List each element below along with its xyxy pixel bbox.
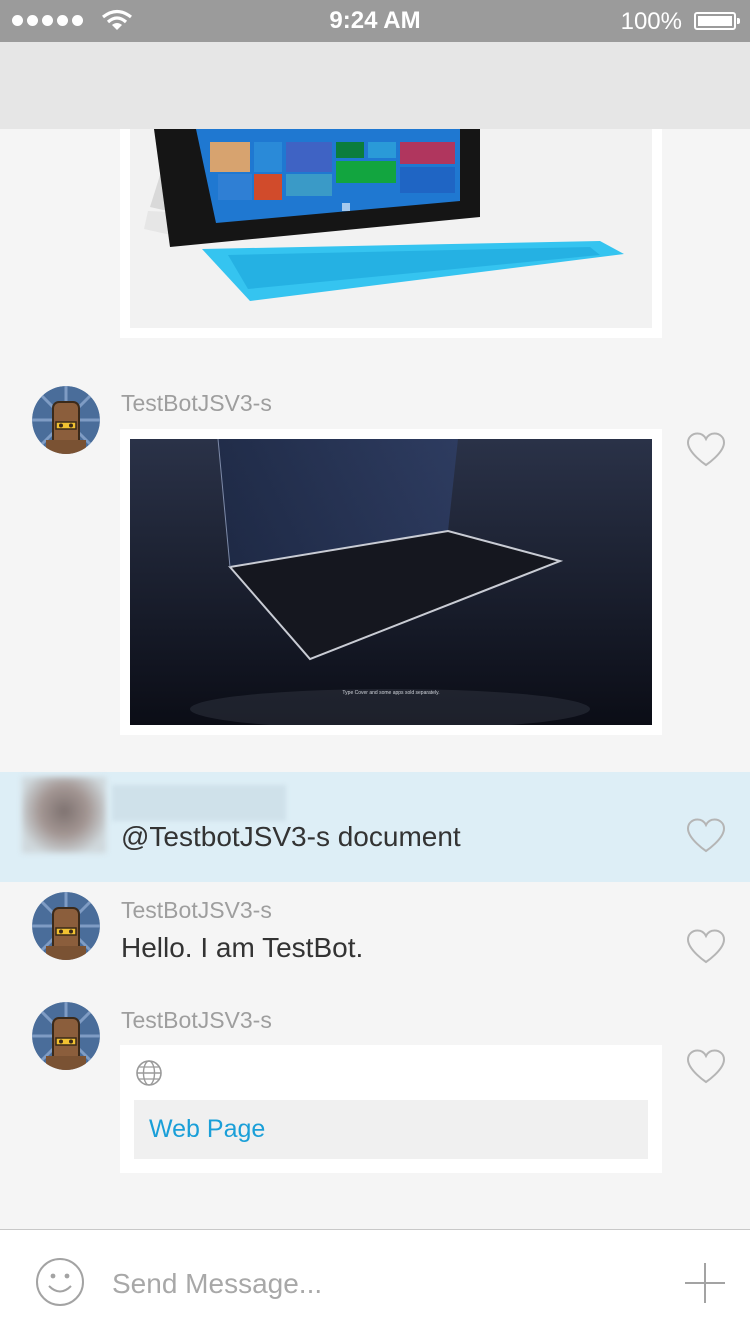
link-title[interactable]: Web Page (149, 1115, 265, 1144)
navigation-bar (0, 42, 750, 129)
video-caption: Type Cover and some apps sold separately… (342, 690, 440, 696)
message-input[interactable] (112, 1264, 652, 1304)
user-name-redacted (112, 785, 286, 821)
heart-icon[interactable] (686, 929, 726, 965)
emoji-icon[interactable] (35, 1257, 85, 1307)
highlighted-message[interactable]: @TestbotJSV3-s document (0, 772, 750, 882)
testbot-avatar[interactable] (32, 1002, 100, 1070)
robot-avatar-icon (32, 386, 100, 454)
video-thumbnail (130, 438, 652, 729)
message-text: Hello. I am TestBot. (121, 932, 364, 963)
message-sender: TestBotJSV3-s (121, 390, 272, 416)
message-text: @TestbotJSV3-s document (121, 821, 461, 852)
link-preview-body[interactable]: Web Page (134, 1100, 648, 1159)
user-avatar[interactable] (22, 777, 106, 853)
battery-percent: 100% (620, 8, 682, 35)
heart-icon[interactable] (686, 818, 726, 854)
heart-icon[interactable] (686, 432, 726, 468)
heart-icon[interactable] (686, 1049, 726, 1085)
status-bar: 9:24 AM 100% (0, 0, 750, 42)
link-preview-card[interactable]: Web Page (120, 1045, 662, 1173)
battery-icon (694, 12, 740, 30)
video-attachment[interactable]: Type Cover and some apps sold separately… (120, 429, 662, 735)
robot-avatar-icon (32, 892, 100, 960)
image-attachment-surface-tablet[interactable] (120, 129, 662, 338)
robot-avatar-icon (32, 1002, 100, 1070)
message-composer (0, 1229, 750, 1334)
testbot-avatar[interactable] (32, 386, 100, 454)
globe-icon (136, 1060, 162, 1086)
message-sender: TestBotJSV3-s (121, 1007, 272, 1033)
message-list[interactable]: TestBotJSV3-s Type Cover and some apps s… (0, 129, 750, 1229)
message-sender: TestBotJSV3-s (121, 897, 272, 923)
surface-tablet-image (130, 129, 652, 328)
testbot-avatar[interactable] (32, 892, 100, 960)
plus-icon[interactable] (684, 1262, 726, 1304)
